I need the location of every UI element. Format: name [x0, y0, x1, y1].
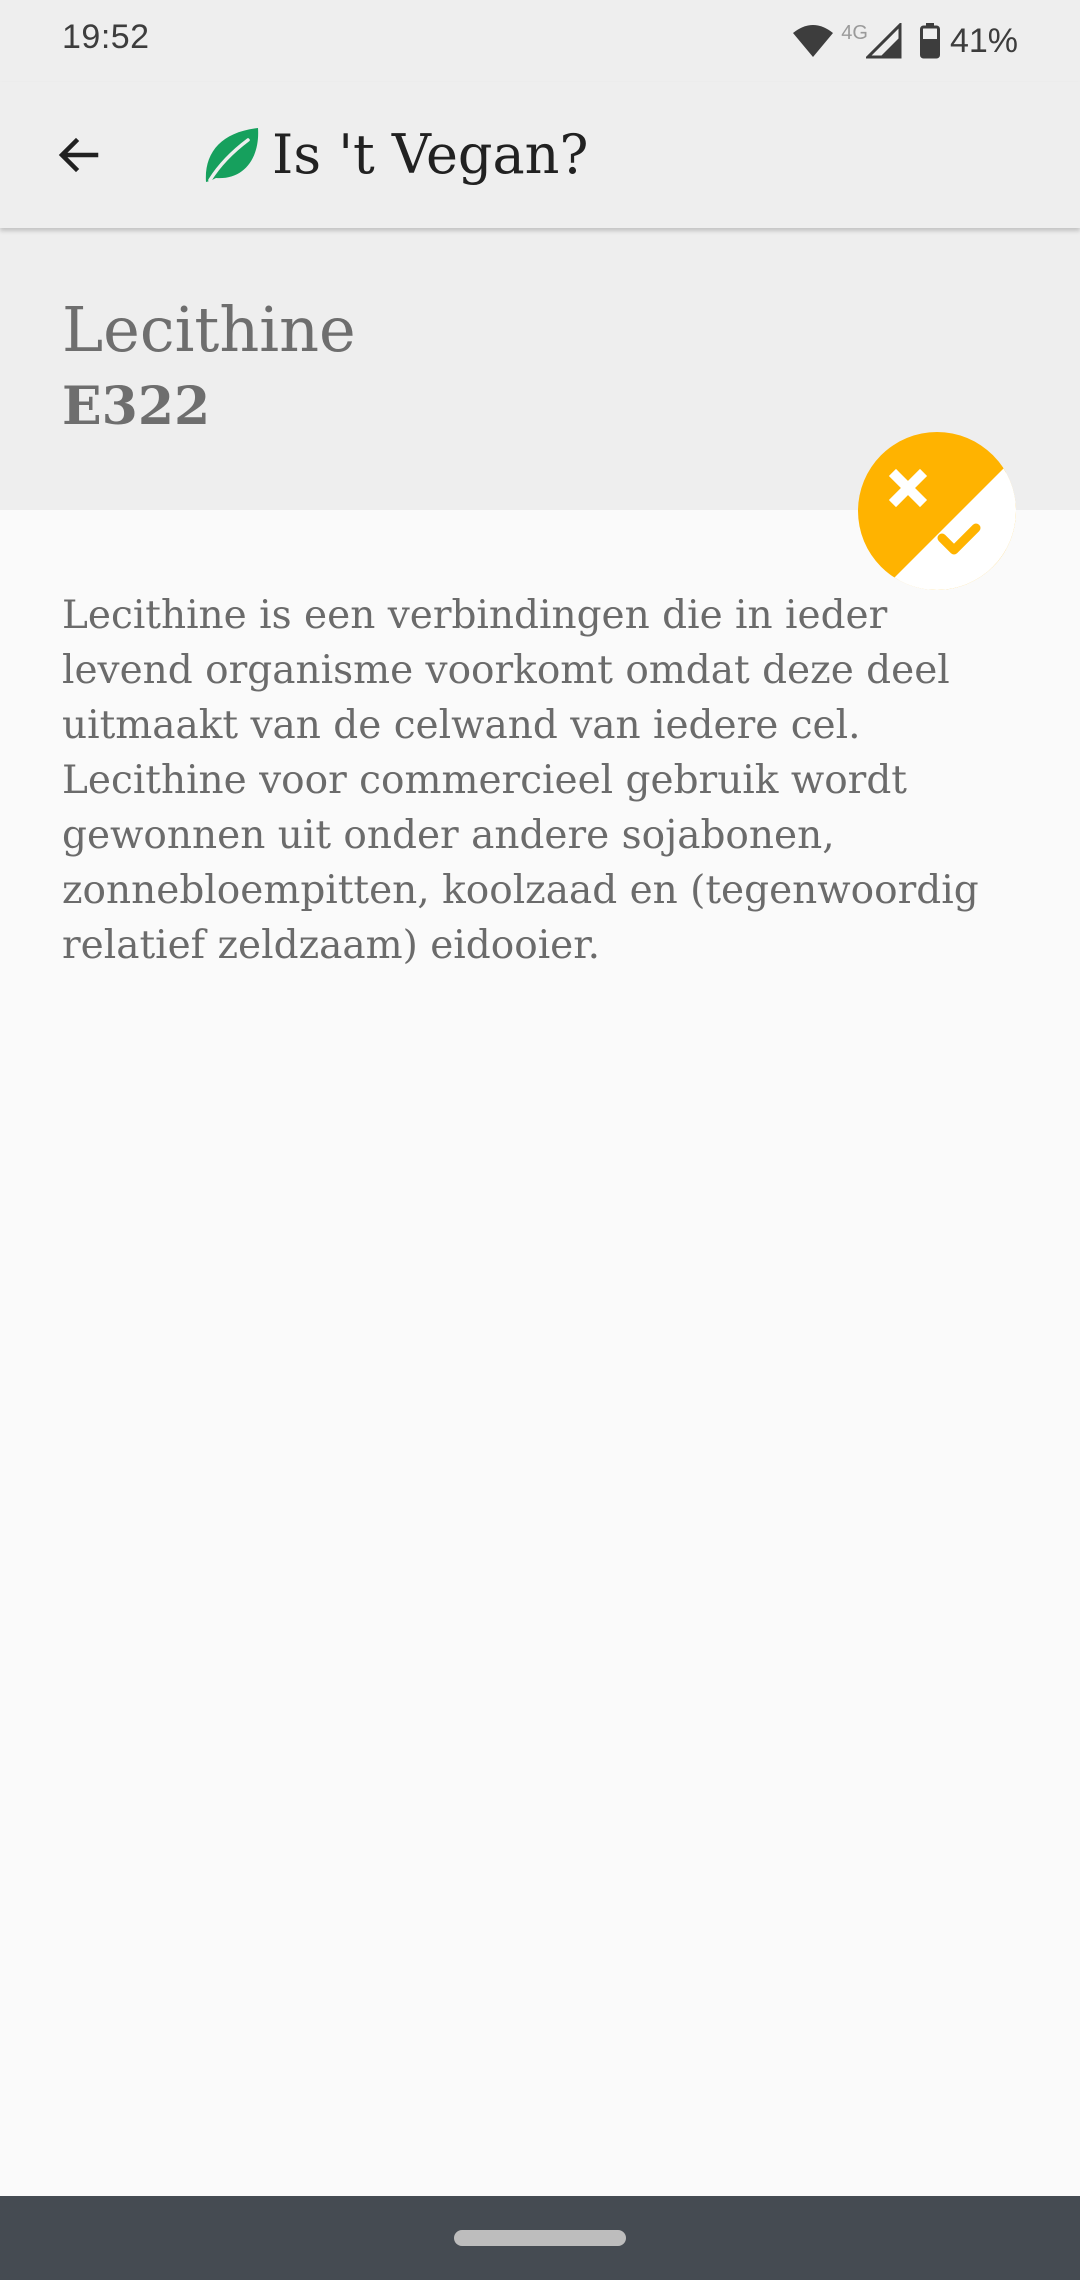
status-time: 19:52: [62, 18, 150, 56]
wifi-icon: [793, 25, 834, 57]
battery-percent: 41%: [949, 21, 1018, 60]
navigation-bar: [0, 2196, 1080, 2280]
battery-icon: [919, 23, 940, 59]
screen: 19:52 4G 41% Is 't Vegan? Lecithine E322…: [0, 0, 1080, 2280]
ingredient-name: Lecithine: [62, 293, 356, 366]
app-title: Is 't Vegan?: [272, 123, 589, 186]
app-bar: Is 't Vegan?: [0, 82, 1080, 228]
network-type-label: 4G: [841, 21, 868, 44]
arrow-left-icon: [58, 137, 99, 173]
back-button[interactable]: [40, 117, 116, 193]
ingredient-code: E322: [62, 376, 211, 437]
maybe-vegan-icon: [858, 432, 1016, 590]
status-icons: 4G 41%: [791, 18, 1018, 64]
ingredient-description: Lecithine is een verbindingen die in ied…: [62, 593, 979, 968]
leaf-icon: [205, 128, 259, 182]
cell-signal-icon: [865, 23, 902, 59]
status-bar: 19:52 4G 41%: [0, 0, 1080, 82]
home-gesture-handle[interactable]: [454, 2230, 626, 2246]
